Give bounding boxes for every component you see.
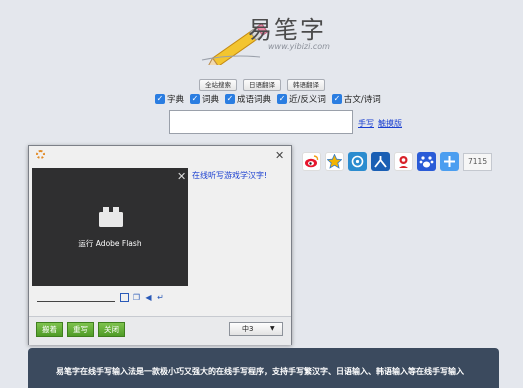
renren-icon[interactable] xyxy=(371,152,390,171)
checkbox-checked-icon[interactable]: ✓ xyxy=(225,94,235,104)
handwriting-popup: ✕ ✕ 运行 Adobe Flash 在线听写游戏学汉字! ❐ ◀ ↵ 搬着 重… xyxy=(28,145,292,345)
answer-field[interactable] xyxy=(37,301,115,302)
search-mode-buttons: 全站搜索 日语翻译 韩语翻译 xyxy=(199,79,325,91)
image-icon[interactable] xyxy=(120,293,129,302)
share-bar: 7115 xyxy=(302,152,492,171)
popup-footer: 搬着 重写 关闭 中3 ▼ xyxy=(29,316,291,345)
copy-icon[interactable]: ❐ xyxy=(132,293,141,302)
flash-placeholder[interactable]: ✕ 运行 Adobe Flash xyxy=(32,168,188,286)
check-chengyu[interactable]: ✓成语词典 xyxy=(225,93,271,105)
check-label: 古文/诗词 xyxy=(344,93,381,105)
chevron-down-icon: ▼ xyxy=(270,323,275,335)
logo-url: www.yibizi.com xyxy=(268,42,330,51)
speaker-icon[interactable]: ◀ xyxy=(144,293,153,302)
japanese-translate-button[interactable]: 日语翻译 xyxy=(243,79,281,91)
info-text: 易笔字在线手写输入法是一款极小巧又强大的在线手写程序，支持手写繁汉字、日语输入、… xyxy=(56,366,464,377)
baidu-icon[interactable] xyxy=(417,152,436,171)
touch-version-link[interactable]: 触摸版 xyxy=(378,119,402,128)
close-icon[interactable]: ✕ xyxy=(177,170,186,183)
checkbox-checked-icon[interactable]: ✓ xyxy=(332,94,342,104)
close-icon[interactable]: ✕ xyxy=(275,149,284,162)
tencent-weibo-icon[interactable] xyxy=(348,152,367,171)
check-label: 词典 xyxy=(202,93,219,105)
logo-title: 易笔字 xyxy=(248,10,326,45)
language-value: 中3 xyxy=(242,323,253,335)
plugin-icon xyxy=(98,206,124,228)
search-input[interactable] xyxy=(169,110,353,134)
check-classical[interactable]: ✓古文/诗词 xyxy=(332,93,381,105)
check-synonym[interactable]: ✓近/反义词 xyxy=(277,93,326,105)
site-search-button[interactable]: 全站搜索 xyxy=(199,79,237,91)
online-dictation-link[interactable]: 在线听写游戏学汉字! xyxy=(192,170,267,181)
loading-icon xyxy=(36,150,45,159)
check-zidian[interactable]: ✓字典 xyxy=(155,93,184,105)
info-banner: 易笔字在线手写输入法是一款极小巧又强大的在线手写程序，支持手写繁汉字、日语输入、… xyxy=(28,348,499,388)
check-cidian[interactable]: ✓词典 xyxy=(190,93,219,105)
language-select[interactable]: 中3 ▼ xyxy=(229,322,283,336)
rewrite-button[interactable]: 重写 xyxy=(67,322,94,337)
input-mode-links: 手写触摸版 xyxy=(358,118,406,129)
korean-translate-button[interactable]: 韩语翻译 xyxy=(287,79,325,91)
checkbox-checked-icon[interactable]: ✓ xyxy=(155,94,165,104)
return-arrow-icon[interactable]: ↵ xyxy=(156,293,165,302)
share-count: 7115 xyxy=(463,153,492,171)
run-flash-label: 运行 Adobe Flash xyxy=(32,238,188,249)
checkbox-checked-icon[interactable]: ✓ xyxy=(277,94,287,104)
handwriting-link[interactable]: 手写 xyxy=(358,119,374,128)
qzone-icon[interactable] xyxy=(325,152,344,171)
douban-icon[interactable] xyxy=(394,152,413,171)
popup-action-buttons: 搬着 重写 关闭 xyxy=(36,322,125,337)
checkbox-checked-icon[interactable]: ✓ xyxy=(190,94,200,104)
check-label: 近/反义词 xyxy=(289,93,326,105)
check-label: 成语词典 xyxy=(237,93,271,105)
dictionary-checkboxes: ✓字典 ✓词典 ✓成语词典 ✓近/反义词 ✓古文/诗词 xyxy=(155,93,381,105)
close-button[interactable]: 关闭 xyxy=(98,322,125,337)
weibo-icon[interactable] xyxy=(302,152,321,171)
more-share-icon[interactable] xyxy=(440,152,459,171)
undo-button[interactable]: 搬着 xyxy=(36,322,63,337)
check-label: 字典 xyxy=(167,93,184,105)
tool-icons: ❐ ◀ ↵ xyxy=(120,293,165,302)
popup-titlebar[interactable] xyxy=(29,146,291,164)
